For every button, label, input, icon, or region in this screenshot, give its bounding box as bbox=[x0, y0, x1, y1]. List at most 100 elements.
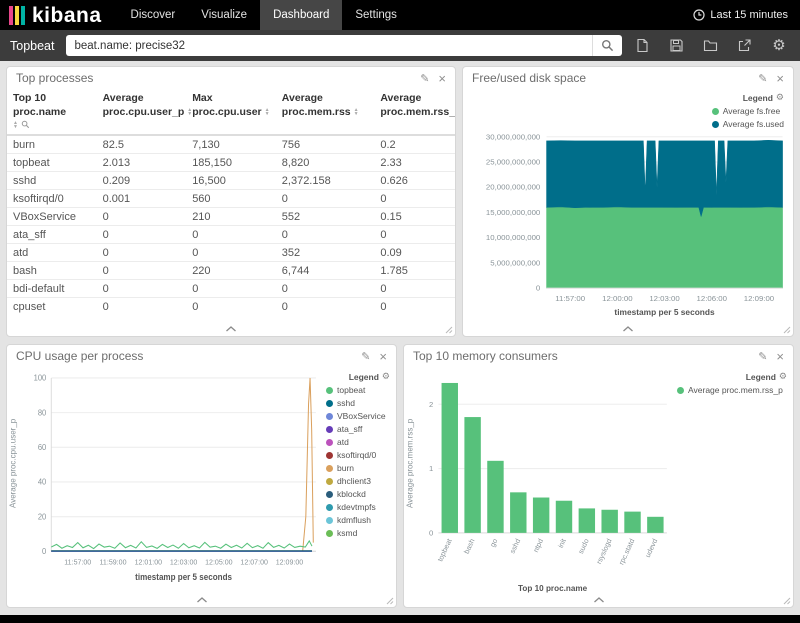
legend-item[interactable]: topbeat bbox=[326, 385, 390, 395]
sort-icon[interactable]: ▲▼ bbox=[13, 121, 18, 129]
legend-item[interactable]: kblockd bbox=[326, 489, 390, 499]
resize-handle[interactable] bbox=[384, 595, 394, 605]
area-series-fs-used[interactable] bbox=[547, 140, 783, 216]
memory-chart[interactable]: 012topbeatbashgosshdntpdinitsudorsyslogd… bbox=[418, 367, 675, 593]
legend-gear-icon[interactable]: ⚙ bbox=[779, 371, 787, 382]
resize-handle[interactable] bbox=[781, 324, 791, 334]
table-row[interactable]: bdi-default0000 bbox=[7, 280, 455, 298]
legend-item[interactable]: Average proc.mem.rss_p bbox=[677, 385, 787, 395]
legend-item[interactable]: VBoxService bbox=[326, 411, 390, 421]
x-axis-title: timestamp per 5 seconds bbox=[135, 572, 232, 582]
y-tick-label: 5,000,000,000 bbox=[490, 259, 540, 268]
bar-rpc.statd[interactable] bbox=[624, 512, 640, 533]
timepicker-button[interactable]: Last 15 minutes bbox=[693, 9, 800, 21]
x-category-label: sshd bbox=[508, 537, 522, 555]
bar-topbeat[interactable] bbox=[442, 383, 458, 533]
table-row[interactable]: burn82.57,1307560.2 bbox=[7, 135, 455, 154]
cell-value: 0.09 bbox=[374, 244, 455, 262]
filter-search-icon[interactable] bbox=[21, 120, 30, 129]
table-row[interactable]: atd003520.09 bbox=[7, 244, 455, 262]
cell-value: 0 bbox=[374, 190, 455, 208]
close-panel-icon[interactable]: × bbox=[776, 72, 784, 85]
load-dashboard-button[interactable] bbox=[702, 37, 719, 54]
y-tick-label: 60 bbox=[38, 443, 47, 452]
cell-value: 7,130 bbox=[186, 135, 276, 154]
table-row[interactable]: ata_sff0000 bbox=[7, 226, 455, 244]
table-row[interactable]: sshd0.20916,5002,372.1580.626 bbox=[7, 172, 455, 190]
resize-handle[interactable] bbox=[443, 324, 453, 334]
bar-init[interactable] bbox=[556, 501, 572, 533]
y-tick-label: 80 bbox=[38, 408, 47, 417]
resize-handle[interactable] bbox=[781, 595, 791, 605]
bar-bash[interactable] bbox=[464, 417, 480, 533]
column-header[interactable]: Averageproc.cpu.user_p▲▼ bbox=[97, 89, 187, 135]
bar-udevd[interactable] bbox=[647, 517, 663, 533]
cell-proc-name: topbeat bbox=[7, 154, 97, 172]
query-input[interactable] bbox=[66, 35, 592, 56]
search-button[interactable] bbox=[592, 35, 622, 56]
line-series-topbeat[interactable] bbox=[51, 541, 312, 549]
close-panel-icon[interactable]: × bbox=[776, 350, 784, 363]
nav-item-dashboard[interactable]: Dashboard bbox=[260, 0, 342, 30]
table-row[interactable]: topbeat2.013185,1508,8202.33 bbox=[7, 154, 455, 172]
nav-item-settings[interactable]: Settings bbox=[342, 0, 410, 30]
legend-color-dot bbox=[326, 387, 333, 394]
table-row[interactable]: bash02206,7441.785 bbox=[7, 262, 455, 280]
x-category-label: sudo bbox=[576, 537, 591, 555]
legend-item[interactable]: sshd bbox=[326, 398, 390, 408]
table-row[interactable]: VBoxService02105520.15 bbox=[7, 208, 455, 226]
x-category-label: topbeat bbox=[436, 537, 454, 563]
cpu-chart[interactable]: 02040608010011:57:0011:59:0012:01:0012:0… bbox=[21, 367, 324, 593]
line-series-burn[interactable] bbox=[51, 378, 313, 551]
x-tick-label: 12:03:00 bbox=[649, 294, 679, 303]
sort-icon[interactable]: ▲▼ bbox=[265, 108, 270, 116]
legend-item[interactable]: burn bbox=[326, 463, 390, 473]
panel-collapse-button[interactable] bbox=[404, 593, 793, 607]
nav-item-visualize[interactable]: Visualize bbox=[188, 0, 260, 30]
nav-item-discover[interactable]: Discover bbox=[118, 0, 189, 30]
save-dashboard-button[interactable] bbox=[668, 37, 685, 54]
legend-item[interactable]: kdevtmpfs bbox=[326, 502, 390, 512]
share-dashboard-button[interactable] bbox=[736, 37, 753, 54]
options-button[interactable]: ⚙ bbox=[770, 37, 787, 54]
kibana-logo[interactable]: kibana bbox=[0, 5, 118, 26]
edit-panel-icon[interactable]: ✎ bbox=[361, 350, 370, 363]
legend-item[interactable]: ata_sff bbox=[326, 424, 390, 434]
panel-collapse-button[interactable] bbox=[7, 322, 455, 336]
edit-panel-icon[interactable]: ✎ bbox=[758, 72, 767, 85]
edit-panel-icon[interactable]: ✎ bbox=[758, 350, 767, 363]
bar-rsyslogd[interactable] bbox=[601, 510, 617, 533]
panel-collapse-button[interactable] bbox=[463, 322, 793, 336]
bar-sudo[interactable] bbox=[579, 508, 595, 532]
edit-panel-icon[interactable]: ✎ bbox=[420, 72, 429, 85]
y-tick-label: 20,000,000,000 bbox=[486, 183, 540, 192]
legend-item[interactable]: atd bbox=[326, 437, 390, 447]
table-row[interactable]: cpuset0000 bbox=[7, 298, 455, 316]
area-series-fs-free[interactable] bbox=[547, 207, 783, 288]
legend-item[interactable]: Average fs.free bbox=[712, 106, 784, 116]
bar-sshd[interactable] bbox=[510, 492, 526, 533]
close-panel-icon[interactable]: × bbox=[438, 72, 446, 85]
column-header[interactable]: Averageproc.mem.rss▲▼ bbox=[276, 89, 375, 135]
column-header[interactable]: Averageproc.mem.rss_p▲▼ bbox=[374, 89, 455, 135]
bar-ntpd[interactable] bbox=[533, 498, 549, 533]
legend-item[interactable]: ksoftirqd/0 bbox=[326, 450, 390, 460]
sort-icon[interactable]: ▲▼ bbox=[354, 108, 359, 116]
legend-gear-icon[interactable]: ⚙ bbox=[382, 371, 390, 382]
x-category-label: rpc.statd bbox=[617, 537, 637, 566]
memory-legend-items: Average proc.mem.rss_p bbox=[677, 385, 787, 395]
legend-item[interactable]: Average fs.used bbox=[712, 119, 784, 129]
column-header[interactable]: Top 10 proc.name▲▼ bbox=[7, 89, 97, 135]
table-row[interactable]: ksoftirqd/00.00156000 bbox=[7, 190, 455, 208]
legend-item[interactable]: kdmflush bbox=[326, 515, 390, 525]
column-header[interactable]: Maxproc.cpu.user▲▼ bbox=[186, 89, 276, 135]
close-panel-icon[interactable]: × bbox=[379, 350, 387, 363]
y-tick-label: 0 bbox=[536, 284, 540, 293]
legend-item[interactable]: ksmd bbox=[326, 528, 390, 538]
panel-collapse-button[interactable] bbox=[7, 593, 396, 607]
panel-body: Top 10 proc.name▲▼Averageproc.cpu.user_p… bbox=[7, 89, 455, 322]
legend-item[interactable]: dhclient3 bbox=[326, 476, 390, 486]
legend-gear-icon[interactable]: ⚙ bbox=[776, 92, 784, 103]
new-dashboard-button[interactable] bbox=[634, 37, 651, 54]
bar-go[interactable] bbox=[487, 461, 503, 533]
